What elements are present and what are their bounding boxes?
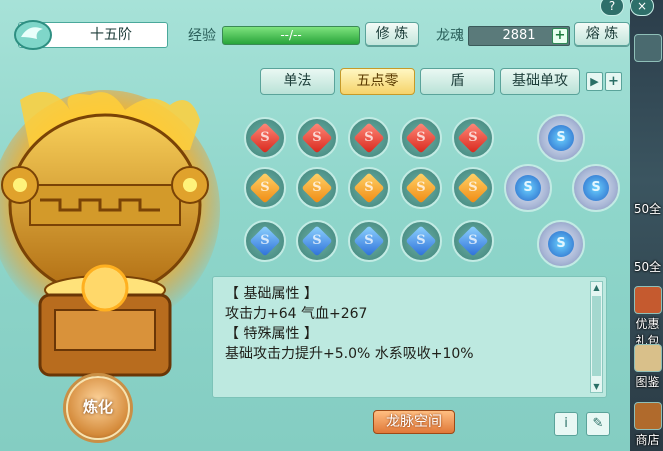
gem-slot[interactable] (452, 220, 494, 262)
star-gem-icon: S (548, 231, 574, 257)
gem-slot[interactable] (400, 220, 442, 262)
scroll-down-icon[interactable]: ▼ (591, 381, 602, 392)
tier-box: 十五阶 (14, 20, 168, 50)
refine-round-button[interactable]: 炼化 (66, 376, 130, 440)
tab-shield[interactable]: 盾 (420, 68, 495, 95)
info-icon[interactable]: i (554, 412, 578, 436)
gem-slot[interactable] (244, 167, 286, 209)
help-icon[interactable]: ? (600, 0, 624, 16)
gem-slot[interactable] (452, 167, 494, 209)
star-gem-slot[interactable]: S (537, 220, 585, 268)
blue-gem-icon (405, 225, 437, 257)
gem-slot[interactable] (244, 117, 286, 159)
tab-five-point-zero[interactable]: 五点零 (340, 68, 415, 95)
soul-label: 龙魂 (436, 28, 464, 44)
smelt-button[interactable]: 熔 炼 (574, 22, 630, 46)
right-side-strip: 50全 50全 优惠礼包 图鉴 商店 (630, 0, 663, 451)
attribute-panel: 【 基础属性 】 攻击力+64 气血+267 【 特殊属性 】 基础攻击力提升+… (212, 276, 607, 398)
tier-label: 十五阶 (90, 27, 132, 43)
orange-gem-icon (457, 172, 489, 204)
red-gem-icon (353, 122, 385, 154)
star-gem-slot[interactable]: S (572, 164, 620, 212)
exp-bar: --/-- (222, 26, 360, 45)
red-gem-icon (457, 122, 489, 154)
blue-gem-icon (353, 225, 385, 257)
star-gem-icon: S (548, 125, 574, 151)
gift-icon[interactable] (634, 286, 662, 314)
gem-slot[interactable] (244, 220, 286, 262)
special-attr-header: 【 特殊属性 】 (225, 326, 318, 342)
codex-icon[interactable] (634, 344, 662, 372)
edit-icon[interactable]: ✎ (586, 412, 610, 436)
dragon-vein-space-button[interactable]: 龙脉空间 (373, 410, 455, 434)
exp-label: 经验 (188, 28, 216, 44)
star-gem-slot[interactable]: S (504, 164, 552, 212)
star-gem-icon: S (515, 175, 541, 201)
scroll-thumb[interactable] (592, 296, 601, 376)
codex-label: 图鉴 (635, 375, 660, 389)
add-tab-icon[interactable]: + (605, 72, 622, 91)
side-text-1: 50全 (633, 202, 662, 216)
star-gem-slot[interactable]: S (537, 114, 585, 162)
red-gem-icon (405, 122, 437, 154)
red-gem-icon (301, 122, 333, 154)
tab-basic-single-attack[interactable]: 基础单攻 (500, 68, 580, 95)
gem-slot[interactable] (296, 167, 338, 209)
blue-gem-icon (457, 225, 489, 257)
tab-single-magic[interactable]: 单法 (260, 68, 335, 95)
red-gem-icon (249, 122, 281, 154)
orange-gem-icon (249, 172, 281, 204)
gem-slot[interactable] (348, 220, 390, 262)
cultivate-button[interactable]: 修 炼 (365, 22, 419, 46)
dragon-urn-illustration (0, 90, 220, 377)
gem-slot[interactable] (296, 220, 338, 262)
gem-slot[interactable] (452, 117, 494, 159)
orange-gem-icon (353, 172, 385, 204)
dragon-emblem-icon (14, 20, 52, 50)
gem-slot[interactable] (400, 117, 442, 159)
shop-icon[interactable] (634, 402, 662, 430)
side-slot-top[interactable] (634, 34, 662, 62)
scroll-up-icon[interactable]: ▲ (591, 282, 602, 293)
special-attr-line: 基础攻击力提升+5.0% 水系吸收+10% (225, 346, 474, 362)
blue-gem-icon (301, 225, 333, 257)
basic-attr-line: 攻击力+64 气血+267 (225, 306, 368, 322)
gem-slot[interactable] (400, 167, 442, 209)
refine-round-label: 炼化 (82, 398, 113, 416)
gem-slot[interactable] (348, 167, 390, 209)
side-text-2: 50全 (633, 260, 662, 274)
blue-gem-icon (249, 225, 281, 257)
next-tab-icon[interactable]: ▶ (586, 72, 603, 91)
shop-label: 商店 (635, 433, 660, 447)
orange-gem-icon (301, 172, 333, 204)
soul-add-icon[interactable]: + (552, 28, 568, 44)
star-gem-icon: S (583, 175, 609, 201)
attribute-scrollbar[interactable]: ▲ ▼ (590, 281, 603, 393)
orange-gem-icon (405, 172, 437, 204)
close-icon[interactable]: × (630, 0, 654, 16)
gem-slot[interactable] (296, 117, 338, 159)
basic-attr-header: 【 基础属性 】 (225, 286, 318, 302)
gem-slot[interactable] (348, 117, 390, 159)
